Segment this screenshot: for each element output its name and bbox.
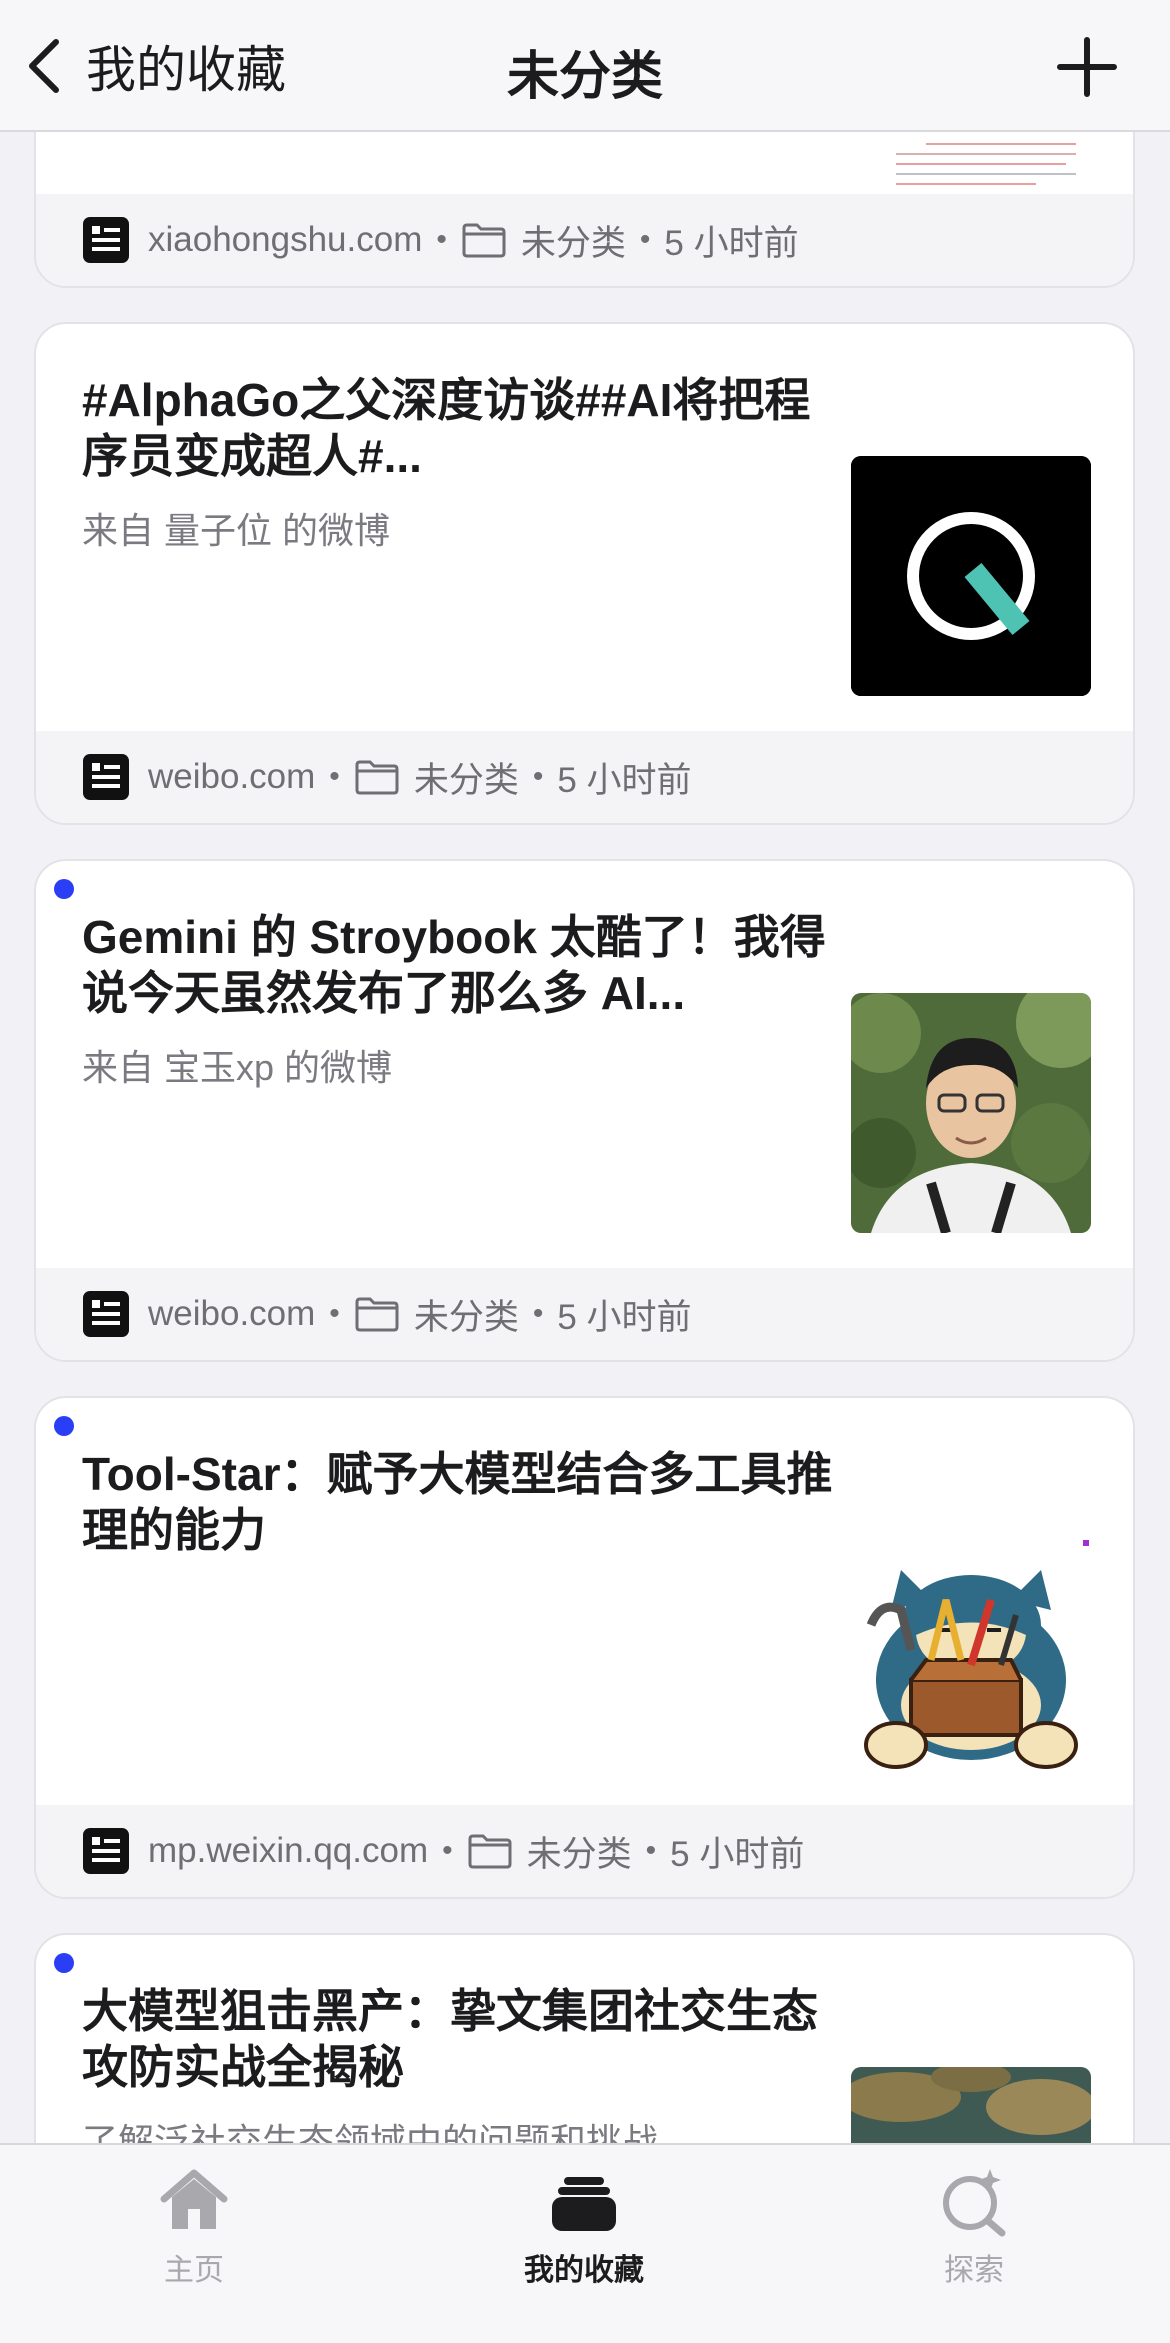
article-site-icon xyxy=(83,1828,129,1874)
separator: • xyxy=(436,223,447,256)
card-title: #AlphaGo之父深度访谈##AI将把程序员变成超人#... xyxy=(82,374,811,482)
card-site: mp.weixin.qq.com xyxy=(148,1831,429,1870)
card-folder: 未分类 xyxy=(413,760,519,800)
card-title: Tool-Star：赋予大模型结合多工具推理的能力 xyxy=(82,1448,833,1556)
thumbnail-image xyxy=(851,993,1091,1233)
card-meta: xiaohongshu.com • 未分类 • 5 小时前 xyxy=(36,194,1133,286)
folder-icon xyxy=(462,223,506,258)
card-folder: 未分类 xyxy=(520,223,626,263)
card-time: 5 小时前 xyxy=(557,1297,692,1337)
bookmark-card[interactable]: 大模型狙击黑产：挚文集团社交生态攻防实战全揭秘 了解泛社交生态领域中的问题和挑战 xyxy=(34,1933,1135,2143)
separator: • xyxy=(442,1834,453,1867)
article-site-icon xyxy=(83,754,129,800)
tab-collection[interactable]: 我的收藏 xyxy=(474,2165,694,2289)
separator: • xyxy=(329,760,340,793)
folder-icon xyxy=(355,760,399,795)
card-subtitle: 来自 量子位 的微博 xyxy=(82,510,391,551)
card-title: Gemini 的 Stroybook 太酷了！我得说今天虽然发布了那么多 AI.… xyxy=(82,911,826,1019)
tab-bar: 主页 我的收藏 探索 xyxy=(0,2143,1170,2343)
card-subtitle: 了解泛社交生态领域中的问题和挑战 xyxy=(82,2121,659,2143)
separator: • xyxy=(639,223,651,256)
card-site: xiaohongshu.com xyxy=(148,220,423,259)
explore-icon xyxy=(943,2169,1006,2237)
thumbnail-image xyxy=(886,132,1086,198)
unread-dot xyxy=(54,879,74,899)
card-title: 大模型狙击黑产：挚文集团社交生态攻防实战全揭秘 xyxy=(82,1985,818,2093)
separator: • xyxy=(532,760,544,793)
folder-icon xyxy=(355,1297,399,1332)
card-meta: weibo.com • 未分类 • 5 小时前 xyxy=(36,731,1133,823)
card-site: weibo.com xyxy=(148,1294,316,1333)
tab-label: 探索 xyxy=(944,2254,1004,2287)
article-site-icon xyxy=(83,217,129,263)
card-folder: 未分类 xyxy=(413,1297,519,1337)
thumbnail-image xyxy=(851,1530,1091,1770)
card-time: 5 小时前 xyxy=(557,760,692,800)
card-time: 5 小时前 xyxy=(664,223,799,263)
unread-dot xyxy=(54,1953,74,1973)
separator: • xyxy=(329,1297,340,1330)
card-time: 5 小时前 xyxy=(670,1834,805,1874)
unread-dot xyxy=(54,1416,74,1436)
card-folder: 未分类 xyxy=(526,1834,632,1874)
collection-icon xyxy=(552,2177,616,2231)
tab-label: 我的收藏 xyxy=(524,2254,644,2287)
page-title: 未分类 xyxy=(506,48,663,106)
tab-home[interactable]: 主页 xyxy=(84,2165,304,2289)
bookmark-list[interactable]: xiaohongshu.com • 未分类 • 5 小时前 #AlphaGo之父… xyxy=(0,0,1170,2143)
card-subtitle: 来自 宝玉xp 的微博 xyxy=(82,1047,393,1088)
bookmark-card[interactable]: Tool-Star：赋予大模型结合多工具推理的能力 mp.weixin.qq.c… xyxy=(34,1396,1135,1899)
tab-label: 主页 xyxy=(164,2254,224,2287)
page: xiaohongshu.com • 未分类 • 5 小时前 #AlphaGo之父… xyxy=(0,0,1170,2343)
tab-explore[interactable]: 探索 xyxy=(864,2165,1084,2289)
thumbnail-image xyxy=(851,2067,1091,2143)
card-meta: mp.weixin.qq.com • 未分类 • 5 小时前 xyxy=(36,1805,1133,1897)
bookmark-card[interactable]: Gemini 的 Stroybook 太酷了！我得说今天虽然发布了那么多 AI.… xyxy=(34,859,1135,1362)
nav-bar: 我的收藏 未分类 xyxy=(0,0,1170,132)
home-icon xyxy=(160,2169,228,2229)
separator: • xyxy=(532,1297,544,1330)
article-site-icon xyxy=(83,1291,129,1337)
folder-icon xyxy=(468,1834,512,1869)
bookmark-card[interactable]: #AlphaGo之父深度访谈##AI将把程序员变成超人#... 来自 量子位 的… xyxy=(34,322,1135,825)
card-meta: weibo.com • 未分类 • 5 小时前 xyxy=(36,1268,1133,1360)
thumbnail-image xyxy=(851,456,1091,696)
add-icon[interactable] xyxy=(1056,36,1118,98)
card-site: weibo.com xyxy=(148,757,316,796)
separator: • xyxy=(645,1834,657,1867)
